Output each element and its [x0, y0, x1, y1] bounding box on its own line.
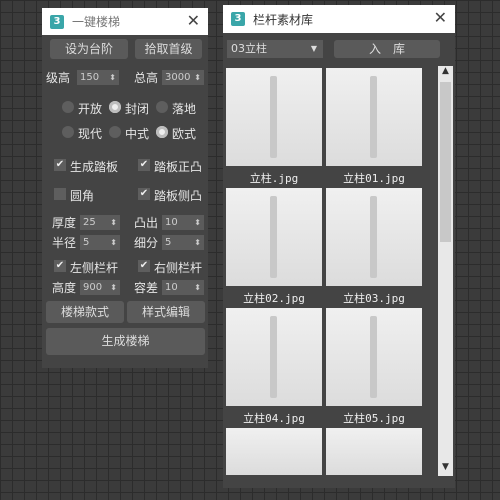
thumbnail-caption: 立柱05.jpg	[343, 412, 405, 425]
generate-tread-checkbox[interactable]: ✔	[54, 159, 66, 171]
tolerance-label: 容差	[134, 281, 159, 295]
height-spinner[interactable]: 900 ⬍	[80, 280, 120, 295]
thumbnail-caption: 立柱01.jpg	[343, 172, 405, 185]
library-panel-titlebar: 3 栏杆素材库 ✕	[223, 5, 455, 33]
protrude-value: 10	[165, 217, 178, 228]
set-step-button[interactable]: 设为台阶	[50, 39, 128, 59]
radio-european[interactable]	[156, 126, 168, 138]
right-rail-checkbox[interactable]: ✔	[138, 260, 150, 272]
subdiv-spinner[interactable]: 5 ⬍	[162, 235, 204, 250]
tolerance-value: 10	[165, 282, 178, 293]
thickness-spinner[interactable]: 25 ⬍	[80, 215, 120, 230]
dropdown-arrow-icon: ▼	[310, 44, 317, 53]
stair-panel: 3 一键楼梯 ✕ 设为台阶 拾取首级 级高 150 ⬍ 总高 3000 ⬍ 开放 封…	[42, 8, 208, 368]
scrollbar-thumb[interactable]	[440, 82, 451, 242]
total-height-label: 总高	[134, 71, 159, 85]
radio-floor-label: 落地	[172, 102, 197, 116]
stair-style-button[interactable]: 楼梯款式	[46, 301, 124, 323]
tolerance-spinner[interactable]: 10 ⬍	[162, 280, 204, 295]
thumbnail-caption: 立柱.jpg	[249, 172, 299, 185]
stair-panel-title: 一键楼梯	[72, 15, 121, 29]
thumbnail-item[interactable]	[326, 68, 422, 166]
close-icon[interactable]: ✕	[187, 11, 200, 30]
subdiv-value: 5	[165, 237, 172, 248]
radio-european-label: 欧式	[172, 127, 197, 141]
radius-label: 半径	[52, 236, 77, 250]
thumbnail-item[interactable]	[226, 188, 322, 286]
radio-floor[interactable]	[156, 101, 168, 113]
thumbnail-caption: 立柱04.jpg	[243, 412, 305, 425]
step-height-value: 150	[80, 72, 100, 83]
protrude-label: 凸出	[134, 216, 159, 230]
spinner-arrows-icon[interactable]: ⬍	[110, 280, 117, 295]
radius-spinner[interactable]: 5 ⬍	[80, 235, 120, 250]
library-panel-title: 栏杆素材库	[253, 12, 314, 27]
protrude-spinner[interactable]: 10 ⬍	[162, 215, 204, 230]
category-dropdown[interactable]: 03立柱 ▼	[227, 40, 323, 58]
thumbnail-caption: 立柱02.jpg	[243, 292, 305, 305]
height-value: 900	[83, 282, 103, 293]
thickness-value: 25	[83, 217, 96, 228]
tread-front-label: 踏板正凸	[154, 160, 203, 174]
radio-modern-label: 现代	[78, 127, 103, 141]
scroll-up-icon[interactable]: ▲	[438, 66, 453, 80]
thumbnail-item[interactable]	[226, 428, 322, 475]
left-rail-checkbox[interactable]: ✔	[54, 260, 66, 272]
radio-chinese-label: 中式	[125, 127, 150, 141]
radio-modern[interactable]	[62, 126, 74, 138]
app-logo-icon: 3	[50, 14, 64, 29]
left-rail-label: 左侧栏杆	[70, 261, 119, 275]
tread-front-checkbox[interactable]: ✔	[138, 159, 150, 171]
scrollbar[interactable]: ▲ ▼	[438, 66, 453, 476]
generate-tread-label: 生成踏板	[70, 160, 119, 174]
thumbnail-item[interactable]	[326, 308, 422, 406]
stair-panel-titlebar: 3 一键楼梯 ✕	[42, 8, 208, 35]
spinner-arrows-icon[interactable]: ⬍	[194, 215, 201, 230]
step-height-spinner[interactable]: 150 ⬍	[77, 70, 119, 85]
spinner-arrows-icon[interactable]: ⬍	[109, 70, 116, 85]
library-panel: 3 栏杆素材库 ✕ 03立柱 ▼ 入 库 立柱.jpg 立柱01.jpg 立柱0…	[223, 5, 455, 488]
radius-value: 5	[83, 237, 90, 248]
thumbnail-item[interactable]	[226, 68, 322, 166]
pick-first-button[interactable]: 拾取首级	[135, 39, 202, 59]
tread-side-label: 踏板侧凸	[154, 189, 203, 203]
radio-chinese[interactable]	[109, 126, 121, 138]
thumbnail-item[interactable]	[226, 308, 322, 406]
spinner-arrows-icon[interactable]: ⬍	[110, 215, 117, 230]
tread-side-checkbox[interactable]: ✔	[138, 188, 150, 200]
total-height-spinner[interactable]: 3000 ⬍	[162, 70, 204, 85]
close-icon[interactable]: ✕	[434, 8, 447, 27]
scroll-down-icon[interactable]: ▼	[438, 462, 453, 476]
round-corner-checkbox[interactable]	[54, 188, 66, 200]
right-rail-label: 右侧栏杆	[154, 261, 203, 275]
total-height-value: 3000	[165, 72, 191, 83]
generate-stair-button[interactable]: 生成楼梯	[46, 328, 205, 355]
step-height-label: 级高	[46, 71, 71, 85]
import-button[interactable]: 入 库	[334, 40, 440, 58]
thickness-label: 厚度	[52, 216, 77, 230]
category-value: 03立柱	[231, 42, 267, 55]
spinner-arrows-icon[interactable]: ⬍	[194, 70, 201, 85]
spinner-arrows-icon[interactable]: ⬍	[194, 280, 201, 295]
thumbnail-item[interactable]	[326, 428, 422, 475]
radio-closed-label: 封闭	[125, 102, 150, 116]
thumbnail-item[interactable]	[326, 188, 422, 286]
subdiv-label: 细分	[134, 236, 159, 250]
style-edit-button[interactable]: 样式编辑	[127, 301, 205, 323]
app-logo-icon: 3	[231, 12, 245, 26]
round-corner-label: 圆角	[70, 189, 95, 203]
height-label: 高度	[52, 281, 77, 295]
spinner-arrows-icon[interactable]: ⬍	[194, 235, 201, 250]
radio-open[interactable]	[62, 101, 74, 113]
radio-closed[interactable]	[109, 101, 121, 113]
spinner-arrows-icon[interactable]: ⬍	[110, 235, 117, 250]
radio-open-label: 开放	[78, 102, 103, 116]
thumbnail-caption: 立柱03.jpg	[343, 292, 405, 305]
